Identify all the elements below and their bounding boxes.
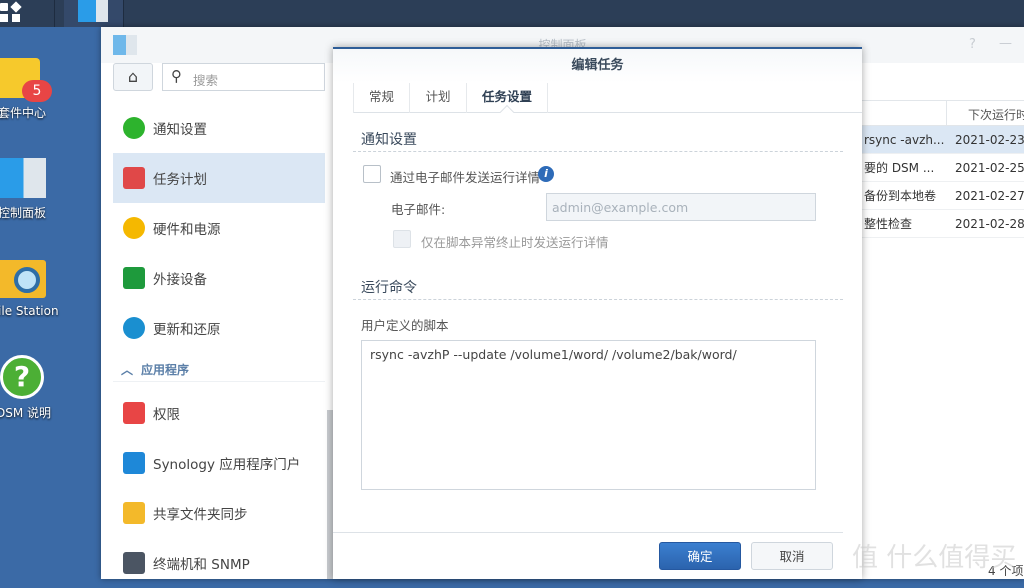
watermark: 值 什么值得买 [852, 543, 1017, 573]
table-row[interactable]: 要的 DSM ... 2021-02-25 [862, 154, 1024, 182]
sidebar-item[interactable]: 硬件和电源 [113, 203, 325, 253]
tab-general[interactable]: 常规 [353, 83, 410, 113]
info-icon[interactable]: i [538, 166, 554, 182]
chat-bubble-icon [123, 117, 145, 139]
sidebar-item[interactable]: Synology 应用程序门户 [113, 438, 325, 488]
taskbar-control-panel[interactable] [64, 0, 124, 27]
refresh-icon [123, 317, 145, 339]
calendar-check-icon [123, 167, 145, 189]
dialog-title: 编辑任务 [333, 49, 862, 83]
column-header-next-run[interactable]: 下次运行时 [968, 106, 1024, 123]
section-run-command: 运行命令 [361, 280, 417, 296]
desktop-icon-label: DSM 说明 [0, 406, 52, 420]
email-input[interactable]: admin@example.com [546, 193, 816, 221]
sidebar-item[interactable]: 外接设备 [113, 253, 325, 303]
folder-sync-icon [123, 502, 145, 524]
task-cell: 整性检查 [864, 217, 913, 231]
next-run-cell: 2021-02-23 [955, 133, 1024, 147]
next-run-cell: 2021-02-28 [955, 217, 1024, 231]
table-row[interactable]: 整性检查 2021-02-28 [862, 210, 1024, 238]
sidebar-item-label: 终端机和 SNMP [153, 557, 250, 573]
tab-schedule[interactable]: 计划 [410, 83, 467, 113]
table-header: 下次运行时 [862, 100, 1024, 127]
sidebar-item-label: 权限 [153, 407, 180, 423]
desktop-icon-label: 套件中心 [0, 106, 47, 120]
taskbar [0, 0, 1024, 27]
search-placeholder: 搜索 [193, 73, 219, 88]
sidebar-item-label: Synology 应用程序门户 [153, 457, 301, 473]
home-button[interactable]: ⌂ [113, 63, 153, 91]
portal-icon [123, 452, 145, 474]
desktop-icon-label: File Station [0, 304, 59, 318]
task-cell: 备份到本地卷 [864, 189, 937, 203]
search-input[interactable]: ⚲ 搜索 [162, 63, 325, 91]
sidebar-item[interactable]: 更新和还原 [113, 303, 325, 353]
sidebar-section-apps[interactable]: ︿ 应用程序 [113, 358, 325, 382]
cancel-button[interactable]: 取消 [751, 542, 833, 570]
control-panel-icon [78, 0, 108, 22]
upload-icon [123, 267, 145, 289]
ok-button[interactable]: 确定 [659, 542, 741, 570]
sidebar-item-label: 更新和还原 [153, 322, 221, 338]
next-run-cell: 2021-02-27 [955, 189, 1024, 203]
badge: 5 [22, 80, 52, 102]
chevron-up-icon: ︿ [121, 363, 134, 377]
permission-icon [123, 402, 145, 424]
minimize-button[interactable]: — [999, 36, 1012, 51]
control-panel-icon [0, 158, 46, 198]
main-menu-button[interactable] [0, 0, 55, 27]
sidebar-item-label: 任务计划 [153, 172, 207, 188]
abnormal-only-checkbox[interactable] [393, 230, 411, 248]
email-placeholder: admin@example.com [552, 200, 689, 215]
sidebar-item[interactable]: 任务计划 [113, 153, 325, 203]
sidebar-item[interactable]: 共享文件夹同步 [113, 488, 325, 538]
sidebar-item-label: 通知设置 [153, 122, 207, 138]
edit-task-dialog: 编辑任务 常规 计划 任务设置 通知设置 通过电子邮件发送运行详情 i 电子邮件… [333, 47, 862, 579]
table-row[interactable]: 备份到本地卷 2021-02-27 [862, 182, 1024, 210]
email-checkbox-label: 通过电子邮件发送运行详情 [390, 170, 541, 185]
sidebar-item-label: 硬件和电源 [153, 222, 221, 238]
email-checkbox[interactable] [363, 165, 381, 183]
search-icon: ⚲ [171, 67, 182, 85]
sidebar-item-label: 外接设备 [153, 272, 207, 288]
script-textarea[interactable]: rsync -avzhP --update /volume1/word/ /vo… [361, 340, 816, 490]
tab-bar: 常规 计划 任务设置 [353, 83, 862, 120]
sidebar-item[interactable]: 权限 [113, 388, 325, 438]
grid-icon [0, 3, 8, 11]
task-cell: 要的 DSM ... [864, 161, 935, 175]
next-run-cell: 2021-02-25 [955, 161, 1024, 175]
desktop-icon-label: 控制面板 [0, 206, 47, 220]
lightbulb-icon [123, 217, 145, 239]
section-notification: 通知设置 [361, 132, 417, 148]
script-label: 用户定义的脚本 [361, 318, 449, 333]
terminal-icon [123, 552, 145, 574]
table-row[interactable]: rsync -avzh... 2021-02-23 [862, 126, 1024, 154]
magnifier-icon [14, 267, 40, 293]
sidebar-item-label: 共享文件夹同步 [153, 507, 248, 523]
help-icon: ? [0, 355, 44, 399]
task-cell: rsync -avzh... [864, 133, 945, 147]
section-label: 应用程序 [141, 363, 190, 377]
sidebar-item[interactable]: 终端机和 SNMP [113, 538, 325, 588]
abnormal-only-label: 仅在脚本异常终止时发送运行详情 [421, 235, 609, 250]
sidebar-item[interactable]: 通知设置 [113, 103, 325, 153]
control-panel-icon [113, 35, 137, 55]
home-icon: ⌂ [127, 67, 139, 86]
help-button[interactable]: ? [969, 37, 976, 52]
email-label: 电子邮件: [391, 202, 446, 217]
